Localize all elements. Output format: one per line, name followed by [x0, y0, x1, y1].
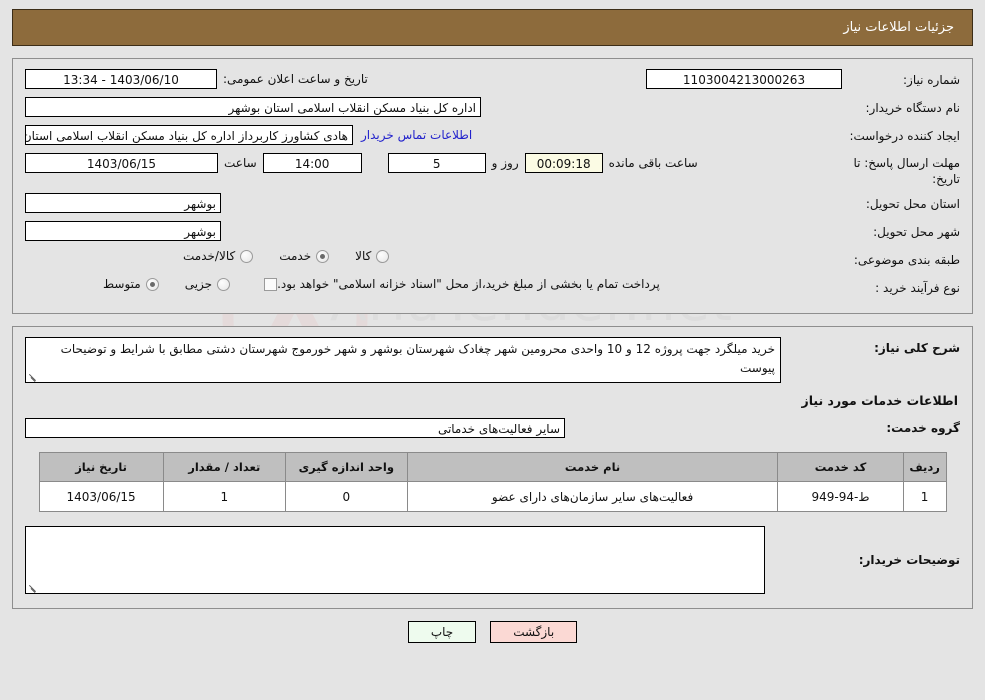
- deadline-date: 1403/06/15: [25, 153, 218, 173]
- buyer-org-value: اداره کل بنیاد مسکن انقلاب اسلامی استان …: [25, 97, 481, 117]
- row-city: شهر محل تحویل: بوشهر: [25, 221, 960, 243]
- table-row: 1 ط-94-949 فعالیت‌های سایر سازمان‌های دا…: [38, 481, 947, 513]
- requester-label: ایجاد کننده درخواست:: [849, 129, 960, 143]
- hour-word: ساعت: [224, 156, 257, 170]
- category-radio-kala-khedmat[interactable]: کالا/خدمت: [183, 249, 254, 264]
- print-button[interactable]: چاپ: [407, 621, 477, 644]
- purchase-type-radio-motavaset[interactable]: متوسط: [103, 277, 159, 291]
- treasury-checkbox[interactable]: [264, 277, 278, 291]
- row-buyer-org: نام دستگاه خریدار: اداره کل بنیاد مسکن ا…: [25, 97, 960, 119]
- cell-service-name: فعالیت‌های سایر سازمان‌های دارای عضو: [406, 481, 779, 513]
- row-province: استان محل تحویل: بوشهر: [25, 193, 960, 215]
- row-need-number: شماره نیاز: 1103004213000263 تاریخ و ساع…: [25, 69, 960, 91]
- treasury-note: پرداخت تمام یا بخشی از مبلغ خرید،از محل …: [277, 277, 660, 292]
- remaining-days: 5: [387, 153, 486, 173]
- cell-quantity: 1: [162, 481, 286, 513]
- purchase-type-option-label: متوسط: [103, 277, 141, 292]
- radio-icon[interactable]: [145, 277, 159, 291]
- cell-unit: 0: [284, 481, 408, 513]
- service-group-value: سایر فعالیت‌های خدماتی: [25, 418, 565, 439]
- page-title: جزئیات اطلاعات نیاز: [843, 20, 954, 35]
- need-summary-value[interactable]: خرید میلگرد جهت پروژه 12 و 10 واحدی محرو…: [25, 337, 781, 384]
- buyer-notes-label: توضیحات خریدار:: [858, 553, 960, 568]
- footer-actions: بازگشت چاپ: [0, 621, 985, 644]
- radio-icon[interactable]: [376, 249, 390, 263]
- purchase-type-radio-jozii[interactable]: جزیی: [184, 277, 231, 292]
- cell-radif: 1: [902, 481, 947, 513]
- need-info-panel: شماره نیاز: 1103004213000263 تاریخ و ساع…: [12, 58, 973, 315]
- buyer-org-label: نام دستگاه خریدار:: [865, 101, 961, 115]
- table-header-row: ردیف کد خدمت نام خدمت واحد اندازه گیری ت…: [38, 452, 947, 483]
- services-section-title: اطلاعات خدمات مورد نیاز: [801, 393, 959, 409]
- category-label: طبقه بندی موضوعی:: [853, 253, 960, 268]
- resize-grip-icon: [28, 582, 38, 592]
- services-table: ردیف کد خدمت نام خدمت واحد اندازه گیری ت…: [38, 452, 947, 513]
- table-col-service-code: کد خدمت: [777, 452, 904, 483]
- deadline-label: مهلت ارسال پاسخ: تا تاریخ:: [853, 156, 960, 186]
- deadline-hour: 14:00: [262, 153, 362, 173]
- category-option-label: خدمت: [279, 249, 312, 264]
- purchase-type-option-label: جزیی: [184, 277, 213, 292]
- radio-icon[interactable]: [240, 249, 254, 263]
- public-announce-label: تاریخ و ساعت اعلان عمومی:: [223, 72, 368, 86]
- remaining-suffix: ساعت باقی مانده: [608, 156, 698, 170]
- buyer-notes-value[interactable]: [25, 526, 765, 595]
- row-requester: ایجاد کننده درخواست: اطلاعات تماس خریدار…: [25, 125, 960, 147]
- need-number-value: 1103004213000263: [646, 69, 842, 89]
- category-option-label: کالا/خدمت: [183, 249, 236, 264]
- need-summary-label: شرح کلی نیاز:: [874, 341, 960, 356]
- days-and-word: روز و: [491, 156, 519, 170]
- resize-grip-icon: [28, 371, 38, 381]
- table-col-unit: واحد اندازه گیری: [284, 452, 408, 483]
- cell-service-code: ط-94-949: [777, 481, 904, 513]
- province-label: استان محل تحویل:: [865, 197, 960, 212]
- category-radio-kala[interactable]: کالا: [355, 249, 390, 264]
- service-group-label: گروه خدمت:: [886, 421, 960, 436]
- row-deadline: مهلت ارسال پاسخ: تا تاریخ: ساعت باقی مان…: [25, 153, 960, 187]
- row-service-group: گروه خدمت: سایر فعالیت‌های خدماتی: [25, 418, 960, 439]
- row-purchase-type: نوع فرآیند خرید : پرداخت تمام یا بخشی از…: [25, 277, 960, 299]
- row-buyer-notes: توضیحات خریدار:: [25, 526, 960, 595]
- province-value: بوشهر: [25, 193, 221, 214]
- radio-icon[interactable]: [217, 277, 231, 291]
- row-category: طبقه بندی موضوعی: کالا خدمت کالا/خدمت: [25, 249, 960, 271]
- city-label: شهر محل تحویل:: [873, 225, 960, 240]
- table-col-service-name: نام خدمت: [406, 452, 779, 483]
- remaining-timer: 00:09:18: [524, 153, 603, 173]
- buyer-contact-link[interactable]: اطلاعات تماس خریدار: [353, 128, 480, 142]
- city-value: بوشهر: [25, 221, 221, 242]
- category-radio-khedmat[interactable]: خدمت: [279, 249, 330, 264]
- requester-value: هادی کشاورز کاربرداز اداره کل بنیاد مسکن…: [25, 125, 353, 145]
- cell-need-date: 1403/06/15: [38, 481, 164, 513]
- row-need-summary: شرح کلی نیاز: خرید میلگرد جهت پروژه 12 و…: [25, 337, 960, 384]
- category-radio-group: کالا خدمت کالا/خدمت: [157, 249, 390, 264]
- table-col-need-date: تاریخ نیاز: [38, 452, 164, 483]
- category-option-label: کالا: [355, 249, 372, 264]
- table-col-radif: ردیف: [902, 452, 947, 483]
- radio-icon[interactable]: [316, 249, 330, 263]
- table-col-quantity: تعداد / مقدار: [162, 452, 286, 483]
- public-announce-value: 1403/06/10 - 13:34: [25, 69, 217, 89]
- need-number-label: شماره نیاز:: [903, 73, 960, 87]
- need-details-panel: شرح کلی نیاز: خرید میلگرد جهت پروژه 12 و…: [12, 326, 973, 610]
- services-table-wrapper: ردیف کد خدمت نام خدمت واحد اندازه گیری ت…: [25, 452, 960, 513]
- purchase-type-label: نوع فرآیند خرید :: [875, 281, 960, 296]
- page-header: جزئیات اطلاعات نیاز: [12, 9, 973, 46]
- purchase-type-radio-group: جزیی متوسط: [77, 277, 231, 292]
- back-button[interactable]: بازگشت: [490, 621, 578, 644]
